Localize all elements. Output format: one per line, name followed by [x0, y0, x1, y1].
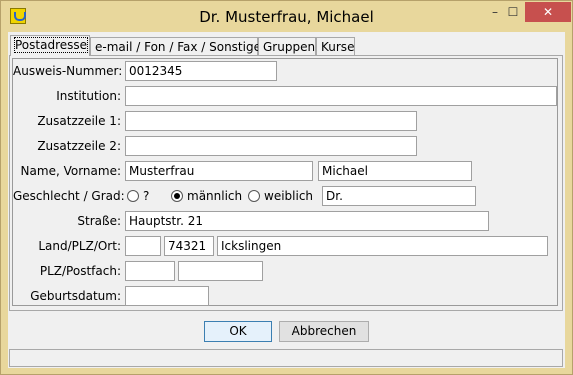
plz-postfach-label: PLZ/Postfach:	[39, 264, 121, 278]
tab-email-fon-fax[interactable]: e-mail / Fon / Fax / Sonstiges	[90, 37, 267, 55]
zusatzzeile-1-label: Zusatzzeile 1:	[37, 114, 121, 128]
postfach-input[interactable]	[178, 261, 263, 281]
ausweis-label: Ausweis-Nummer:	[13, 64, 123, 78]
land-input[interactable]	[125, 236, 161, 256]
geburtsdatum-input[interactable]	[125, 286, 209, 306]
zusatzzeile-2-input[interactable]	[125, 136, 417, 156]
close-button[interactable]: ✕	[525, 2, 571, 22]
dialog-client: Postadresse e-mail / Fon / Fax / Sonstig…	[8, 32, 565, 368]
radio-unknown[interactable]	[127, 190, 139, 202]
tab-gruppen[interactable]: Gruppen	[258, 37, 316, 55]
form-frame: Ausweis-Nummer: 0012345 Institution: Zus…	[12, 58, 558, 306]
vorname-input[interactable]: Michael	[318, 161, 472, 181]
institution-input[interactable]	[125, 86, 557, 106]
geschlecht-grad-label: Geschlecht / Grad:	[13, 189, 125, 203]
geburtsdatum-label: Geburtsdatum:	[30, 289, 121, 303]
dialog-window: Dr. Musterfrau, Michael – ☐ ✕ Postadress…	[0, 0, 573, 375]
radio-maennlich[interactable]	[171, 190, 183, 202]
status-bar	[9, 349, 563, 367]
radio-weiblich-label: weiblich	[264, 189, 314, 203]
tab-bar: Postadresse e-mail / Fon / Fax / Sonstig…	[8, 35, 565, 56]
radio-weiblich[interactable]	[248, 190, 260, 202]
grad-input[interactable]: Dr.	[322, 186, 476, 206]
ausweis-input[interactable]: 0012345	[125, 61, 277, 81]
strasse-label: Straße:	[77, 214, 121, 228]
ort-input[interactable]: Ickslingen	[217, 236, 548, 256]
zusatzzeile-1-input[interactable]	[125, 111, 417, 131]
ok-button[interactable]: OK	[204, 321, 272, 342]
land-plz-ort-label: Land/PLZ/Ort:	[38, 239, 121, 253]
tab-kurse[interactable]: Kurse	[316, 37, 355, 55]
zusatzzeile-2-label: Zusatzzeile 2:	[37, 139, 121, 153]
radio-maennlich-label: männlich	[187, 189, 243, 203]
tab-postadresse[interactable]: Postadresse	[10, 35, 90, 56]
strasse-input[interactable]: Hauptstr. 21	[125, 211, 489, 231]
name-label: Name, Vorname:	[20, 164, 121, 178]
maximize-button[interactable]: ☐	[500, 2, 526, 22]
institution-label: Institution:	[56, 89, 121, 103]
plz-input[interactable]: 74321	[164, 236, 214, 256]
nachname-input[interactable]: Musterfrau	[125, 161, 313, 181]
cancel-button[interactable]: Abbrechen	[279, 321, 369, 342]
postfach-plz-input[interactable]	[125, 261, 175, 281]
title-bar[interactable]: Dr. Musterfrau, Michael – ☐ ✕	[1, 1, 572, 32]
radio-unknown-label: ?	[143, 189, 150, 203]
tab-panel-postadresse: Ausweis-Nummer: 0012345 Institution: Zus…	[9, 55, 563, 311]
